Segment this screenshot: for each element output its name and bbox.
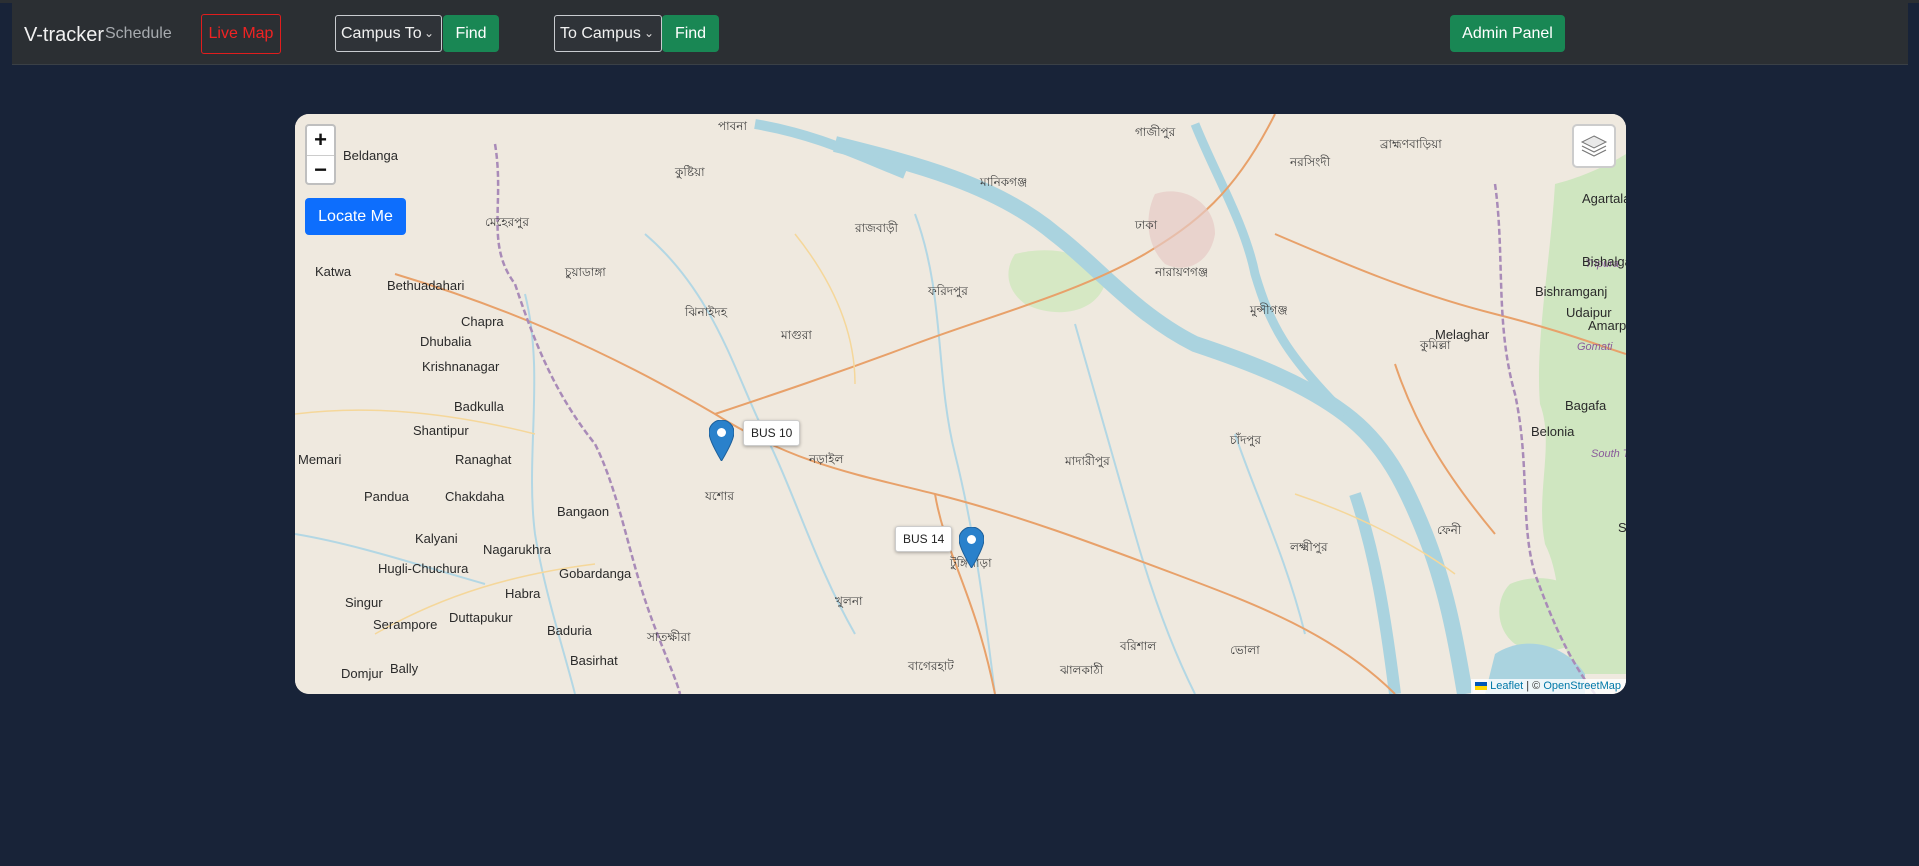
place-label: ব্রাহ্মণবাড়িয়া — [1379, 137, 1442, 151]
place-label: Shantipur — [413, 423, 469, 438]
zoom-in-button[interactable]: + — [307, 126, 334, 156]
place-label: Singur — [345, 595, 383, 610]
place-label: নারায়ণগঞ্জ — [1154, 265, 1208, 279]
place-label: Duttapukur — [449, 610, 513, 625]
place-label: রাজবাড়ী — [854, 221, 899, 235]
to-campus-select[interactable]: To Campus ⌄ — [554, 15, 662, 52]
map-attribution: Leaflet | © OpenStreetMap — [1471, 679, 1626, 694]
map-tiles: Beldanga Katwa Bethuadahari Chapra Dhuba… — [295, 114, 1626, 694]
place-label: Chakdaha — [445, 489, 505, 504]
place-label: মেহেরপুর — [485, 215, 529, 230]
chevron-down-icon: ⌄ — [643, 26, 654, 40]
place-label: Dhubalia — [420, 334, 472, 349]
place-label: Beldanga — [343, 148, 399, 163]
to-campus-select-value: To Campus — [560, 25, 641, 42]
place-label: Pandua — [364, 489, 410, 504]
bus-marker-icon[interactable] — [959, 527, 984, 568]
place-label: পাবনা — [718, 119, 747, 133]
place-label: ঢাকা — [1134, 218, 1158, 232]
bus-marker-icon[interactable] — [709, 420, 734, 461]
place-label: Memari — [298, 452, 341, 467]
place-label: Krishnanagar — [422, 359, 500, 374]
place-label: মানিকগঞ্জ — [979, 175, 1027, 189]
place-label: Basirhat — [570, 653, 618, 668]
place-label: খুলনা — [835, 594, 863, 609]
locate-me-button[interactable]: Locate Me — [305, 198, 406, 235]
zoom-out-button[interactable]: − — [307, 156, 334, 185]
campus-to-select-value: Campus To — [341, 25, 422, 42]
layers-icon — [1580, 135, 1608, 157]
place-label: মাদারীপুর — [1064, 454, 1110, 469]
place-label: Bally — [390, 661, 419, 676]
place-label: Bagafa — [1565, 398, 1607, 413]
place-label: Hugli-Chuchura — [378, 561, 469, 576]
place-label: ভোলা — [1230, 643, 1260, 657]
place-label: Kalyani — [415, 531, 458, 546]
chevron-down-icon: ⌄ — [423, 26, 434, 40]
nav-live-map-link[interactable]: Live Map — [201, 14, 281, 54]
navbar: V-tracker Schedule Live Map Campus To ⌄ … — [12, 3, 1908, 65]
place-label: Chapra — [461, 314, 504, 329]
place-label: Gomati — [1577, 341, 1613, 353]
place-label: Nagarukhra — [483, 542, 552, 557]
place-label: South Tripura — [1591, 448, 1626, 460]
place-label: Agartala — [1582, 191, 1626, 206]
place-label: Bangaon — [557, 504, 609, 519]
campus-to-select[interactable]: Campus To ⌄ — [335, 15, 442, 52]
place-label: Domjur — [341, 666, 384, 681]
place-label: Bishramganj — [1535, 284, 1607, 299]
place-label: কুমিল্লা — [1419, 338, 1451, 353]
place-label: Gobardanga — [559, 566, 632, 581]
brand-logo[interactable]: V-tracker — [24, 24, 104, 47]
admin-panel-button[interactable]: Admin Panel — [1450, 15, 1565, 52]
place-label: বরিশাল — [1119, 639, 1157, 653]
place-label: সাতক্ষীরা — [646, 630, 691, 644]
nav-schedule-link[interactable]: Schedule — [105, 25, 172, 43]
place-label: চুয়াডাঙ্গা — [564, 265, 606, 280]
place-label: ফরিদপুর — [927, 284, 968, 299]
place-label: গাজীপুর — [1135, 125, 1176, 140]
place-label: চাঁদপুর — [1229, 432, 1261, 448]
place-label: Baduria — [547, 623, 593, 638]
place-label: লক্ষ্মীপুর — [1289, 540, 1328, 555]
place-label: নরসিংদী — [1289, 155, 1331, 169]
find-button-2[interactable]: Find — [662, 15, 719, 52]
place-label: ঝালকাঠী — [1059, 663, 1104, 677]
bus-label: BUS 14 — [895, 526, 953, 552]
place-label: Ranaghat — [455, 452, 512, 467]
bus-label: BUS 10 — [743, 420, 801, 446]
place-label: ঝিনাইদহ — [684, 305, 728, 319]
live-map[interactable]: Beldanga Katwa Bethuadahari Chapra Dhuba… — [295, 114, 1626, 694]
place-label: যশোর — [704, 489, 734, 503]
find-button-1[interactable]: Find — [443, 15, 499, 52]
place-label: নড়াইল — [808, 452, 844, 466]
layers-button[interactable] — [1572, 124, 1616, 168]
place-label: কুষ্টিয়া — [674, 165, 705, 180]
place-label: Amarpur — [1588, 318, 1626, 333]
place-label: Sa — [1618, 520, 1626, 535]
attribution-separator: | © — [1523, 680, 1544, 692]
zoom-control: + − — [305, 124, 336, 185]
place-label: Serampore — [373, 617, 437, 632]
ukraine-flag-icon — [1475, 682, 1488, 690]
place-label: Habra — [505, 586, 541, 601]
place-label: ফেনী — [1437, 523, 1462, 537]
place-label: Katwa — [315, 264, 352, 279]
place-label: Badkulla — [454, 399, 505, 414]
place-label: Bethuadahari — [387, 278, 464, 293]
place-label: বাগেরহাট — [907, 659, 954, 673]
place-label: মাগুরা — [780, 328, 812, 342]
place-label: Belonia — [1531, 424, 1575, 439]
place-label: মুন্সীগঞ্জ — [1249, 303, 1288, 318]
place-label: Bishalgarh — [1582, 254, 1626, 269]
leaflet-link[interactable]: Leaflet — [1490, 680, 1523, 692]
openstreetmap-link[interactable]: OpenStreetMap — [1543, 680, 1621, 692]
